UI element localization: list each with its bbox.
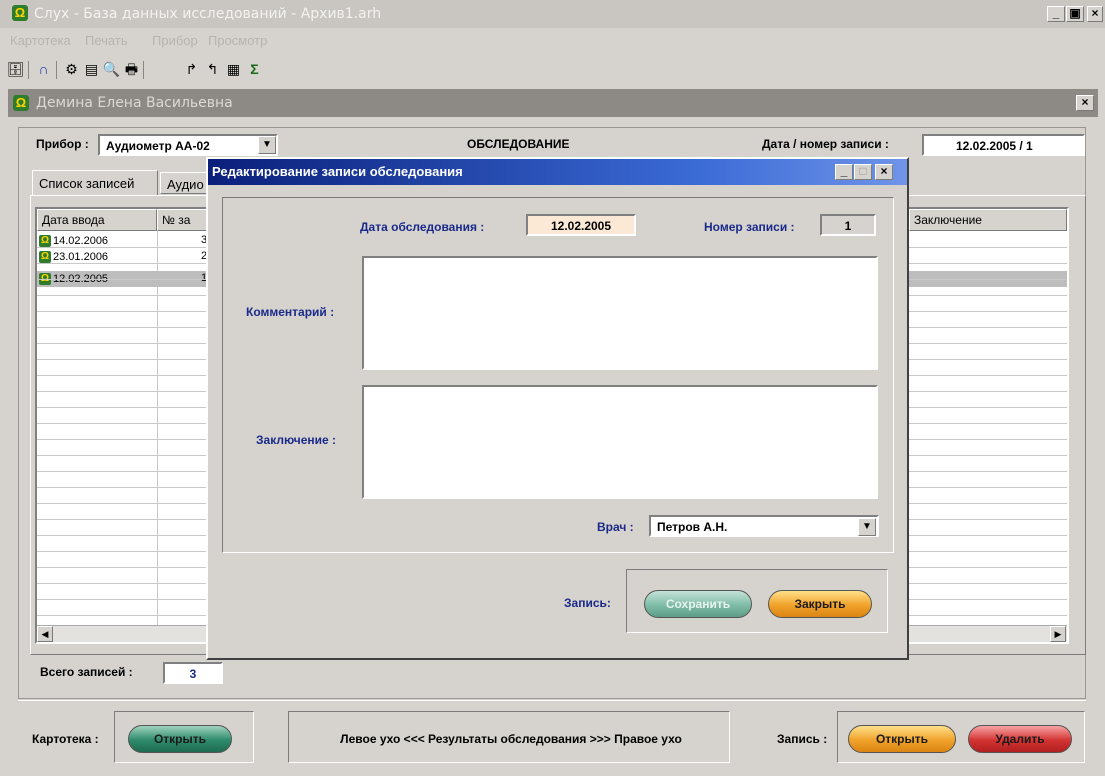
- maximize-button[interactable]: ▣: [1066, 6, 1084, 22]
- toolbar-separator: [56, 61, 57, 79]
- exam-date-field[interactable]: 12.02.2005: [526, 214, 636, 236]
- row-date: 14.02.2006: [53, 235, 109, 247]
- child-window-bar: Ω Демина Елена Васильевна ×: [8, 89, 1098, 117]
- menu-device[interactable]: Прибор: [152, 33, 198, 48]
- card-icon[interactable]: ▤: [82, 60, 101, 79]
- close-button[interactable]: ×: [1087, 6, 1103, 22]
- import-icon[interactable]: ↰: [203, 60, 222, 79]
- doctor-label: Врач :: [597, 520, 634, 534]
- title-bar: Ω Слух - База данных исследований - Архи…: [0, 0, 1105, 28]
- device-label: Прибор :: [36, 137, 89, 151]
- date-record-field[interactable]: 12.02.2005 / 1: [922, 134, 1085, 156]
- device-select[interactable]: Аудиометр АА-02: [98, 134, 278, 156]
- window-title: Слух - База данных исследований - Архив1…: [34, 6, 382, 22]
- dialog-title-bar: Редактирование записи обследования _ □ ×: [208, 159, 907, 185]
- comment-label: Комментарий :: [246, 305, 335, 319]
- dialog-form-frame: [222, 197, 894, 553]
- toolbar-separator: [28, 61, 29, 79]
- comment-textarea[interactable]: [362, 256, 878, 370]
- headphones-icon: Ω: [12, 5, 28, 21]
- headphones-icon: Ω: [13, 95, 29, 111]
- menu-file[interactable]: Картотека: [10, 33, 71, 48]
- tab-records-list[interactable]: Список записей: [32, 170, 158, 196]
- scroll-left-arrow[interactable]: ◀: [37, 626, 53, 642]
- conclusion-label: Заключение :: [256, 433, 337, 447]
- open-record-button[interactable]: Открыть: [848, 725, 956, 753]
- delete-record-button[interactable]: Удалить: [968, 725, 1072, 753]
- total-records-value: 3: [163, 662, 223, 684]
- dialog-close-action-button[interactable]: Закрыть: [768, 590, 872, 618]
- toolbar: 🗄 ∩ ⚙ ▤ 🔍 🖶 ↱ ↰ ▦ Σ: [0, 55, 1105, 85]
- dialog-maximize-button[interactable]: □: [854, 164, 872, 180]
- record-number-field: 1: [820, 214, 876, 236]
- edit-record-dialog: Редактирование записи обследования _ □ ×…: [206, 157, 909, 660]
- settings-icon[interactable]: ⚙: [62, 60, 81, 79]
- headphones-icon: Ω: [39, 251, 51, 264]
- open-card-button[interactable]: Открыть: [128, 725, 232, 753]
- child-close-button[interactable]: ×: [1076, 95, 1094, 111]
- table-icon[interactable]: ▦: [224, 60, 243, 79]
- preview-icon[interactable]: 🔍: [102, 60, 121, 79]
- sum-icon[interactable]: Σ: [245, 60, 264, 79]
- dialog-record-label: Запись:: [564, 596, 611, 610]
- headphones-icon: Ω: [39, 235, 51, 248]
- section-title: ОБСЛЕДОВАНИЕ: [467, 137, 570, 151]
- menu-view[interactable]: Просмотр: [208, 33, 267, 48]
- record-label: Запись :: [777, 732, 828, 746]
- record-number-label: Номер записи :: [704, 220, 795, 234]
- headphones-icon[interactable]: ∩: [34, 60, 53, 79]
- chevron-down-icon[interactable]: ▼: [258, 136, 276, 154]
- scroll-right-arrow[interactable]: ▶: [1050, 626, 1066, 642]
- date-label: Дата / номер записи :: [762, 137, 889, 151]
- dialog-title: Редактирование записи обследования: [212, 164, 463, 179]
- menu-print[interactable]: Печать: [85, 33, 128, 48]
- row-date: 23.01.2006: [53, 251, 109, 263]
- print-icon[interactable]: 🖶: [122, 60, 141, 79]
- conclusion-textarea[interactable]: [362, 385, 878, 499]
- column-divider: [157, 231, 158, 642]
- export-icon[interactable]: ↱: [182, 60, 201, 79]
- tab-label: Аудио: [167, 177, 204, 192]
- column-header-date[interactable]: Дата ввода: [37, 209, 157, 231]
- column-header-conclusion[interactable]: Заключение: [909, 209, 1067, 231]
- total-records-label: Всего записей :: [40, 665, 133, 679]
- card-label: Картотека :: [32, 732, 99, 746]
- results-link[interactable]: Левое ухо <<< Результаты обследования >>…: [296, 732, 726, 746]
- table-row[interactable]: Ω 23.01.2006: [39, 250, 108, 264]
- dialog-minimize-button[interactable]: _: [835, 164, 853, 180]
- toolbar-separator: [143, 61, 144, 79]
- doctor-select[interactable]: Петров А.Н.: [649, 515, 879, 537]
- chevron-down-icon[interactable]: ▼: [858, 518, 876, 536]
- table-row[interactable]: Ω 14.02.2006: [39, 234, 108, 248]
- patient-name: Демина Елена Васильевна: [36, 95, 233, 111]
- tab-label: Список записей: [39, 176, 135, 191]
- minimize-button[interactable]: _: [1047, 6, 1065, 22]
- dialog-close-button[interactable]: ×: [875, 164, 893, 180]
- menu-bar: Картотека Печать Прибор Просмотр: [0, 30, 1105, 52]
- exam-date-label: Дата обследования :: [360, 220, 485, 234]
- save-button[interactable]: Сохранить: [644, 590, 752, 618]
- open-db-icon[interactable]: 🗄: [6, 60, 25, 79]
